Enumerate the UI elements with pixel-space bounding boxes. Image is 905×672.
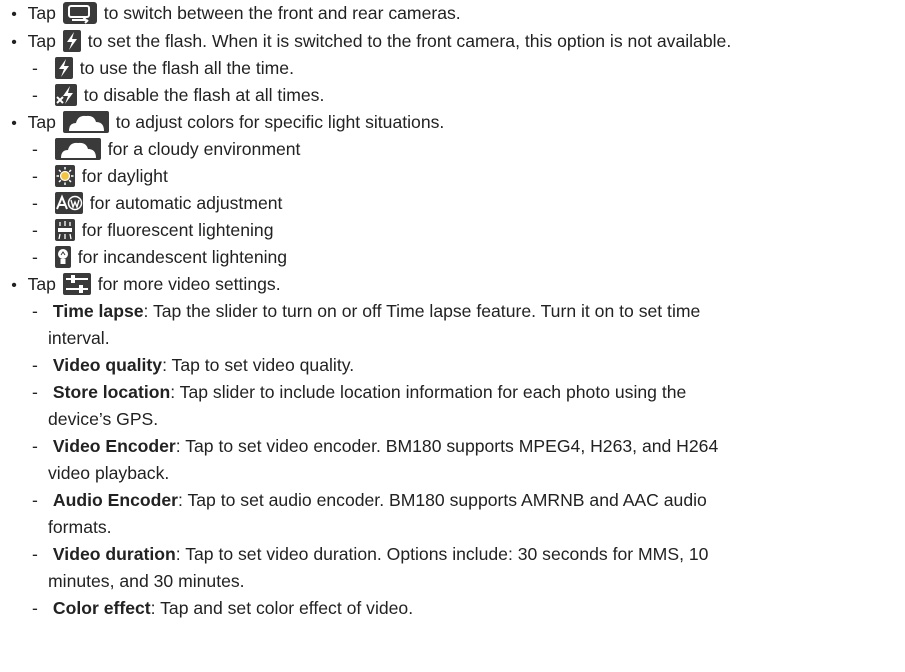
video-duration-continuation: minutes, and 30 minutes. [48,571,245,591]
video-quality-term: Video quality [52,355,163,375]
sub-item-video-encoder: - Video Encoder: Tap to set video encode… [32,433,718,460]
sub-item-flash-off: - to disable the flash at all times. [32,82,324,109]
audio-encoder-text: : Tap to set audio encoder. BM180 suppor… [178,490,707,510]
dash: - [32,436,38,456]
store-location-continuation: device’s GPS. [48,409,159,429]
video-encoder-term: Video Encoder [52,436,176,456]
white-balance-description: to adjust colors for specific light situ… [115,112,445,132]
audio-encoder-term: Audio Encoder [52,490,179,510]
time-lapse-text: : Tap the slider to turn on or off Time … [143,301,701,321]
color-effect-term: Color effect [52,598,151,618]
flash-description: to set the flash. When it is switched to… [87,31,732,51]
video-duration-term: Video duration [52,544,176,564]
video-encoder-text: : Tap to set video encoder. BM180 suppor… [175,436,719,456]
dash: - [32,490,38,510]
bullet: • [11,277,17,294]
list-item-white-balance: • Tap to adjust colors for specific ligh… [5,109,444,137]
bullet: • [11,115,17,132]
tap-text: Tap [27,3,56,23]
cloudy-description: for a cloudy environment [107,139,301,159]
dash: - [32,544,38,564]
flash-on-icon [54,57,73,79]
daylight-icon [54,165,75,187]
flash-on-description: to use the flash all the time. [79,58,294,78]
video-encoder-continuation: video playback. [48,463,170,483]
sub-item-incandescent: - for incandescent lightening [32,244,287,271]
dash: - [32,193,38,213]
flash-on-icon [62,30,81,52]
camera-switch-description: to switch between the front and rear cam… [103,3,461,23]
color-effect-text: : Tap and set color effect of video. [150,598,414,618]
sub-item-flash-on: - to use the flash all the time. [32,55,294,82]
fluorescent-icon [54,219,75,241]
bullet: • [11,6,17,23]
dash: - [32,301,38,321]
sub-item-time-lapse: - Time lapse: Tap the slider to turn on … [32,298,700,325]
sub-item-store-location: - Store location: Tap slider to include … [32,379,686,406]
dash: - [32,247,38,267]
dash: - [32,85,38,105]
cloudy-icon [62,111,109,133]
dash: - [32,355,38,375]
video-settings-description: for more video settings. [97,274,281,294]
video-quality-text: : Tap to set video quality. [162,355,355,375]
sub-item-auto: - for automatic adjustment [32,190,282,217]
fluorescent-description: for fluorescent lightening [81,220,274,240]
dash: - [32,598,38,618]
camera-switch-icon [62,2,97,24]
dash: - [32,166,38,186]
list-item-camera-switch: • Tap to switch between the front and re… [5,0,461,28]
dash: - [32,58,38,78]
time-lapse-term: Time lapse [52,301,144,321]
dash: - [32,220,38,240]
cloudy-icon [54,138,101,160]
list-item-video-settings: • Tap for more video settings. [5,271,281,299]
sub-item-color-effect: - Color effect: Tap and set color effect… [32,595,413,622]
sub-item-cloudy: - for a cloudy environment [32,136,300,163]
flash-off-icon [54,84,77,106]
manual-page: • Tap to switch between the front and re… [0,0,905,672]
time-lapse-continuation: interval. [48,328,110,348]
dash: - [32,139,38,159]
auto-white-balance-icon [54,192,83,214]
flash-off-description: to disable the flash at all times. [83,85,325,105]
incandescent-icon [54,246,71,268]
sub-item-video-duration: - Video duration: Tap to set video durat… [32,541,708,568]
daylight-description: for daylight [81,166,168,186]
dash: - [32,382,38,402]
tap-text: Tap [27,112,56,132]
bullet: • [11,34,17,51]
auto-description: for automatic adjustment [89,193,283,213]
store-location-text: : Tap slider to include location informa… [170,382,687,402]
settings-sliders-icon [62,273,91,295]
list-item-flash: • Tap to set the flash. When it is switc… [5,28,731,56]
tap-text: Tap [27,274,56,294]
store-location-term: Store location [52,382,171,402]
audio-encoder-continuation: formats. [48,517,112,537]
sub-item-audio-encoder: - Audio Encoder: Tap to set audio encode… [32,487,707,514]
sub-item-video-quality: - Video quality: Tap to set video qualit… [32,352,354,379]
tap-text: Tap [27,31,56,51]
video-duration-text: : Tap to set video duration. Options inc… [175,544,709,564]
sub-item-daylight: - for daylight [32,163,168,190]
sub-item-fluorescent: - for fluorescent lightening [32,217,273,244]
incandescent-description: for incandescent lightening [77,247,288,267]
